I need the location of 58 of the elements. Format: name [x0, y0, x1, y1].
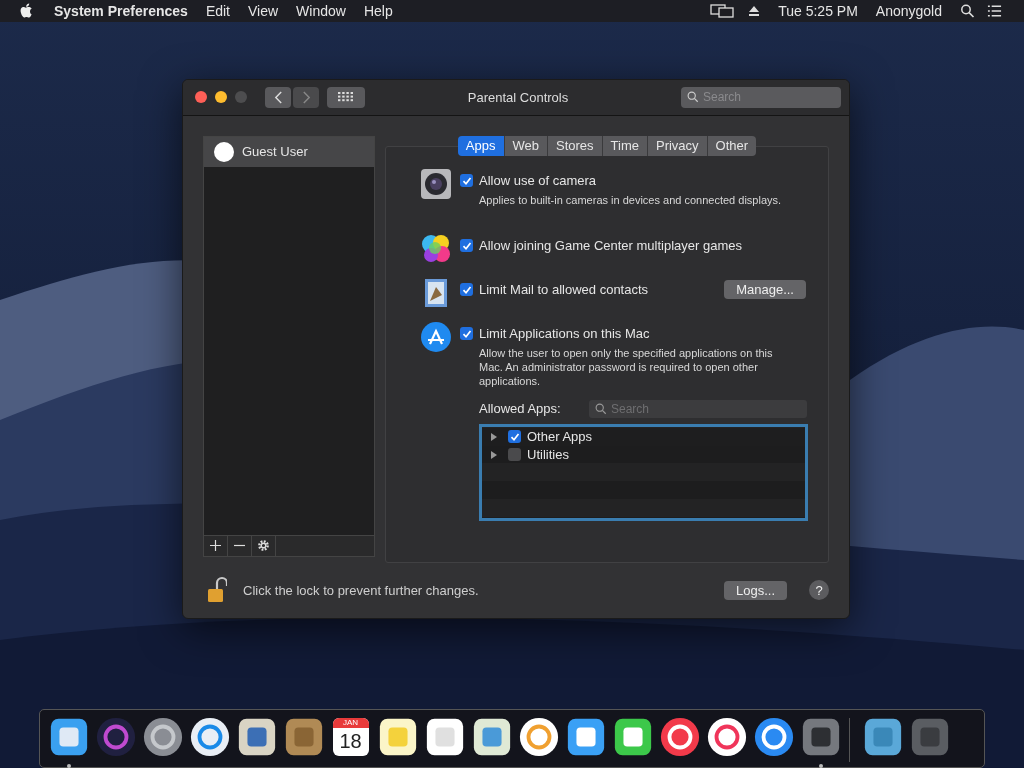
tab[interactable]: Web: [504, 135, 548, 156]
checkbox[interactable]: [460, 327, 473, 341]
tab[interactable]: Stores: [548, 135, 603, 156]
option-label: Allow use of camera: [479, 173, 597, 189]
tab[interactable]: Time: [602, 135, 648, 156]
gear-icon: [257, 539, 270, 553]
checkbox[interactable]: [460, 239, 473, 253]
disclosure-triangle[interactable]: [490, 432, 498, 441]
lock-icon[interactable]: [207, 576, 227, 605]
menu-item[interactable]: Edit: [205, 3, 230, 19]
chevron-left-icon: [273, 90, 283, 104]
checkbox[interactable]: [508, 430, 521, 444]
camera-icon: [420, 167, 452, 200]
tab[interactable]: Apps: [457, 135, 505, 156]
calendar-icon[interactable]: JAN 18: [332, 718, 369, 756]
option-description: Applies to built-in cameras in devices and connected displays.: [479, 192, 783, 207]
apple-icon[interactable]: [20, 3, 34, 19]
manage-button[interactable]: Manage...: [724, 280, 806, 300]
tab[interactable]: Privacy: [648, 135, 708, 156]
tab[interactable]: Other: [707, 135, 757, 156]
minimize-button[interactable]: [215, 91, 227, 104]
lock-message: Click the lock to prevent further changes.: [243, 582, 479, 598]
option-label: Limit Applications on this Mac: [479, 326, 650, 342]
back-button[interactable]: [265, 86, 291, 108]
show-all-button[interactable]: [327, 86, 365, 108]
search-icon[interactable]: [960, 4, 975, 18]
menu-item[interactable]: View: [248, 3, 279, 19]
search-icon: [595, 402, 607, 415]
allowed-apps-label: Allowed Apps:: [479, 401, 561, 417]
user-item[interactable]: Guest User: [204, 136, 374, 167]
close-button[interactable]: [195, 91, 207, 104]
dock-divider: [849, 718, 850, 762]
menu-icon[interactable]: [987, 4, 1002, 18]
app-menu[interactable]: System Preferences: [54, 3, 188, 19]
menu-item[interactable]: Window: [296, 3, 346, 19]
option-description: Allow the user to open only the specified applications on this Mac. An administrator password is required to open other applications.: [479, 345, 774, 388]
checkbox[interactable]: [460, 174, 473, 188]
chevron-right-icon: [301, 90, 311, 104]
user-menu[interactable]: Anonygold: [875, 3, 942, 19]
help-button[interactable]: ?: [809, 580, 829, 601]
checkbox[interactable]: [460, 283, 473, 297]
app-group-label: Utilities: [527, 447, 569, 463]
option-label: Allow joining Game Center multiplayer games: [479, 238, 742, 254]
app-group-label: Other Apps: [527, 429, 593, 445]
logs-button[interactable]: Logs...: [723, 580, 787, 600]
display-icon[interactable]: [710, 4, 735, 18]
bubbles-icon: [420, 232, 452, 265]
plus-icon: [210, 540, 221, 552]
menu-clock[interactable]: Tue 5:25 PM: [778, 3, 858, 19]
forward-button[interactable]: [293, 86, 319, 108]
checkbox[interactable]: [508, 448, 521, 462]
menu-item[interactable]: Help: [363, 3, 393, 19]
eject-icon[interactable]: [748, 5, 761, 17]
search-icon: [687, 90, 699, 103]
disclosure-triangle[interactable]: [490, 450, 498, 459]
grid-icon: [338, 92, 354, 103]
option-label: Limit Mail to allowed contacts: [479, 282, 649, 298]
window-title: Parental Controls: [467, 89, 569, 105]
